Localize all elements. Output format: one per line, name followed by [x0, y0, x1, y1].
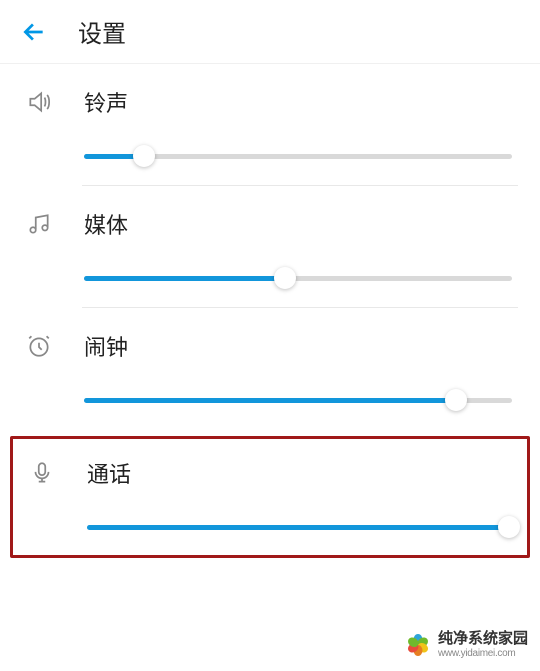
- media-label-row: 媒体: [22, 208, 518, 240]
- call-slider[interactable]: [87, 517, 509, 537]
- slider-fill: [87, 525, 509, 530]
- page-title: 设置: [78, 14, 126, 49]
- ringtone-label-row: 铃声: [22, 86, 518, 118]
- highlight-annotation: 通话: [10, 436, 530, 558]
- arrow-left-icon: [21, 19, 47, 45]
- volume-settings-list: 铃声 媒体: [0, 64, 540, 430]
- ringtone-label: 铃声: [84, 86, 128, 118]
- watermark-url: www.yidaimei.com: [438, 648, 528, 659]
- watermark-text: 纯净系统家园 www.yidaimei.com: [438, 631, 528, 659]
- slider-thumb[interactable]: [445, 389, 467, 411]
- alarm-row: 闹钟: [10, 308, 530, 430]
- slider-track: [84, 276, 512, 281]
- call-label-row: 通话: [25, 457, 515, 489]
- speaker-icon: [24, 87, 54, 117]
- media-label: 媒体: [84, 208, 128, 240]
- slider-thumb[interactable]: [133, 145, 155, 167]
- microphone-icon: [27, 458, 57, 488]
- media-row: 媒体: [10, 186, 530, 308]
- alarm-label-row: 闹钟: [22, 330, 518, 362]
- alarm-label: 闹钟: [84, 330, 128, 362]
- alarm-slider[interactable]: [84, 390, 512, 410]
- watermark: 纯净系统家园 www.yidaimei.com: [404, 631, 528, 659]
- ringtone-slider[interactable]: [84, 146, 512, 166]
- slider-thumb[interactable]: [274, 267, 296, 289]
- slider-track: [87, 525, 509, 530]
- clock-icon: [24, 331, 54, 361]
- media-slider[interactable]: [84, 268, 512, 288]
- flower-logo-icon: [404, 631, 432, 659]
- music-note-icon: [24, 209, 54, 239]
- call-label: 通话: [87, 457, 131, 489]
- slider-fill: [84, 276, 285, 281]
- ringtone-row: 铃声: [10, 64, 530, 186]
- call-row: 通话: [13, 439, 527, 555]
- watermark-name: 纯净系统家园: [438, 631, 528, 648]
- header-bar: 设置: [0, 0, 540, 64]
- slider-thumb[interactable]: [498, 516, 520, 538]
- slider-fill: [84, 398, 456, 403]
- back-button[interactable]: [20, 18, 48, 46]
